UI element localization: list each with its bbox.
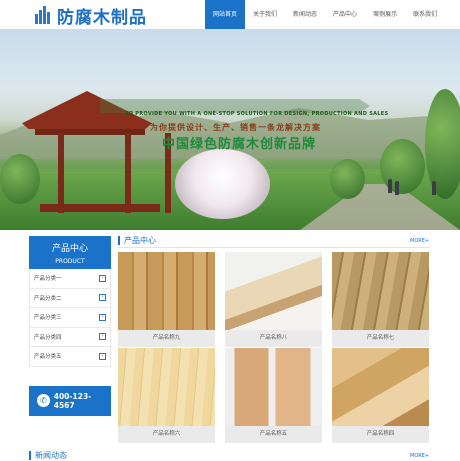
product-name: 产品名称八	[225, 330, 322, 347]
phone-number: 400-123-4567	[53, 391, 92, 410]
banner-person	[395, 181, 399, 195]
product-image	[332, 348, 429, 426]
section-divider	[118, 247, 430, 248]
title-bar	[118, 236, 120, 245]
contact-phone[interactable]: ✆ 400-123-4567	[29, 385, 111, 416]
title-bar	[29, 451, 31, 460]
sidebar-subtitle: PRODUCT	[55, 258, 85, 265]
banner-blossom-tree	[175, 149, 270, 219]
products-more-link[interactable]: MORE+	[410, 238, 429, 244]
product-name: 产品名称六	[118, 426, 215, 443]
products-title-text: 产品中心	[124, 236, 156, 245]
sidebar-item-category-1[interactable]: 产品分类一 ›	[30, 269, 110, 289]
sidebar-item-label: 产品分类五	[34, 354, 62, 361]
banner-tree	[380, 139, 425, 194]
pavilion-railing	[40, 204, 160, 212]
sidebar-item-label: 产品分类三	[34, 315, 62, 322]
sidebar-item-label: 产品分类四	[34, 334, 62, 341]
product-name: 产品名称四	[332, 426, 429, 443]
main-nav: 网站首页 关于我们 新闻动态 产品中心 案例展示 联系我们	[205, 0, 445, 29]
product-card[interactable]: 产品名称八	[225, 252, 322, 347]
sidebar-category-list: 产品分类一 › 产品分类二 › 产品分类三 › 产品分类四 › 产品分类五 ›	[29, 269, 111, 367]
nav-cases[interactable]: 案例展示	[365, 0, 405, 29]
site-header: 防腐木制品 网站首页 关于我们 新闻动态 产品中心 案例展示 联系我们	[0, 0, 460, 29]
nav-contact[interactable]: 联系我们	[405, 0, 445, 29]
sidebar-item-category-4[interactable]: 产品分类四 ›	[30, 328, 110, 347]
nav-news[interactable]: 新闻动态	[285, 0, 325, 29]
news-more-link[interactable]: MORE+	[410, 453, 429, 459]
products-section-title: 产品中心	[118, 235, 156, 246]
sidebar-item-category-3[interactable]: 产品分类三 ›	[30, 308, 110, 328]
arrow-right-icon: ›	[99, 294, 106, 302]
site-logo[interactable]: 防腐木制品	[35, 4, 147, 28]
banner-tree	[0, 154, 40, 204]
banner-english-tagline: TO PROVIDE YOU WITH A ONE-STOP SOLUTION …	[125, 111, 389, 117]
product-sidebar: 产品中心 PRODUCT 产品分类一 › 产品分类二 › 产品分类三 › 产品分类四 ›…	[29, 236, 111, 416]
pavilion-post	[58, 133, 64, 213]
product-card[interactable]: 产品名称九	[118, 252, 215, 347]
product-name: 产品名称九	[118, 330, 215, 347]
arrow-right-icon: ›	[99, 333, 106, 341]
banner-person	[432, 181, 436, 195]
news-section-title: 新闻动态	[29, 450, 67, 461]
phone-icon: ✆	[37, 394, 50, 407]
nav-home[interactable]: 网站首页	[205, 0, 246, 29]
product-name: 产品名称五	[225, 426, 322, 443]
product-card[interactable]: 产品名称五	[225, 348, 322, 443]
sidebar-item-category-2[interactable]: 产品分类二 ›	[30, 289, 110, 308]
product-name: 产品名称七	[332, 330, 429, 347]
product-card[interactable]: 产品名称六	[118, 348, 215, 443]
product-image	[332, 252, 429, 330]
sidebar-item-label: 产品分类二	[34, 295, 62, 302]
arrow-right-icon: ›	[99, 352, 106, 360]
sidebar-header: 产品中心 PRODUCT	[29, 236, 111, 269]
banner-tree	[330, 159, 365, 199]
news-title-text: 新闻动态	[35, 451, 67, 460]
hero-banner[interactable]: TO PROVIDE YOU WITH A ONE-STOP SOLUTION …	[0, 29, 460, 230]
sidebar-item-label: 产品分类一	[34, 276, 62, 283]
product-card[interactable]: 产品名称四	[332, 348, 429, 443]
product-image	[225, 348, 322, 426]
building-bars-icon	[35, 6, 51, 24]
arrow-right-icon: ›	[99, 274, 106, 282]
pavilion-post	[125, 133, 131, 213]
sidebar-item-category-5[interactable]: 产品分类五 ›	[30, 347, 110, 367]
banner-person	[388, 179, 392, 193]
banner-tree	[425, 89, 460, 199]
arrow-right-icon: ›	[99, 313, 106, 321]
logo-text: 防腐木制品	[57, 7, 147, 28]
product-image	[225, 252, 322, 330]
product-image	[118, 252, 215, 330]
sidebar-title: 产品中心	[51, 244, 88, 254]
product-image	[118, 348, 215, 426]
product-card[interactable]: 产品名称七	[332, 252, 429, 347]
banner-title: 中国绿色防腐木创新品牌	[162, 137, 317, 152]
nav-about[interactable]: 关于我们	[245, 0, 285, 29]
banner-subtitle: 为你提供设计、生产、销售一条龙解决方案	[150, 123, 321, 132]
nav-products[interactable]: 产品中心	[325, 0, 365, 29]
